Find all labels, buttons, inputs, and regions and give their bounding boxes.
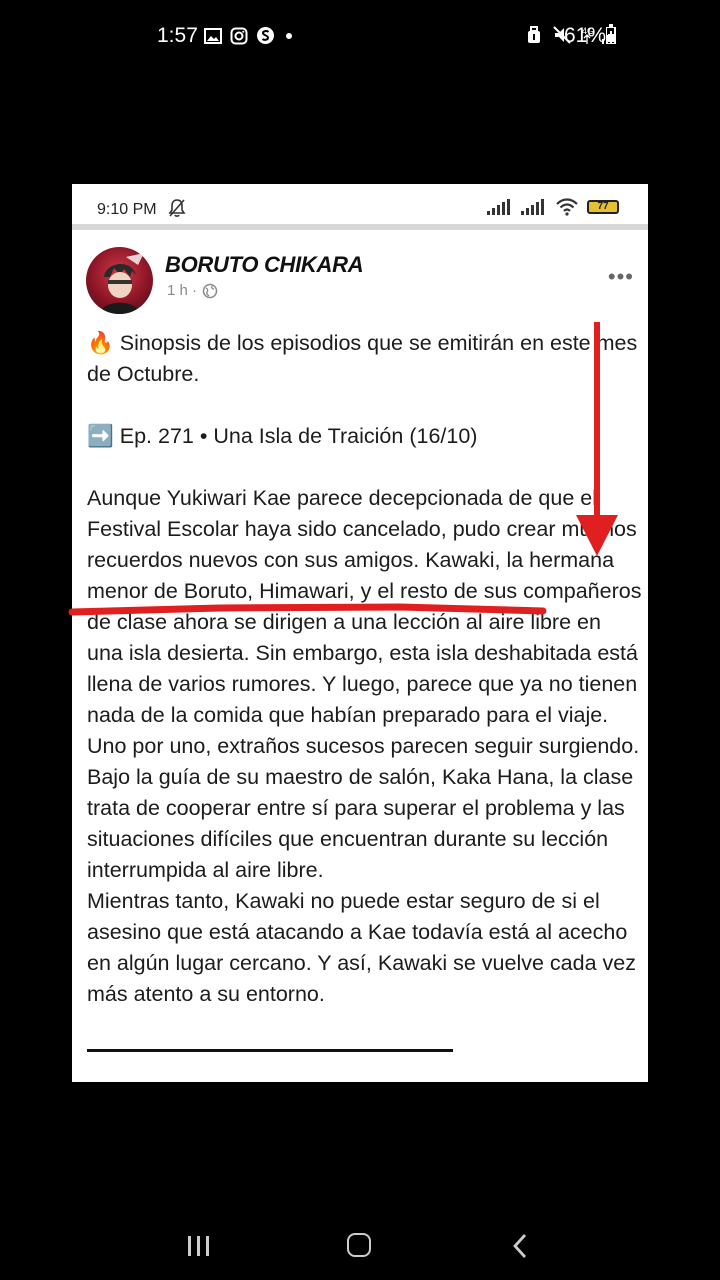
underline-divider (87, 1049, 453, 1052)
avatar[interactable] (86, 247, 153, 314)
post-time: 1 h · (167, 282, 198, 299)
home-icon[interactable] (347, 1233, 371, 1257)
status-icons-left (204, 26, 295, 45)
post-paragraph-1: Aunque Yukiwari Kae parece decepcionada … (87, 486, 642, 758)
post-author[interactable]: BORUTO CHIKARA (165, 252, 364, 278)
alarm-icon (528, 26, 540, 43)
signal-icon-2 (521, 199, 544, 215)
post-episode: ➡️ Ep. 271 • Una Isla de Traición (16/10… (87, 424, 478, 448)
more-options-icon[interactable]: ••• (608, 264, 634, 290)
post-intro: 🔥 Sinopsis de los episodios que se emiti… (87, 331, 638, 386)
post-body: 🔥 Sinopsis de los episodios que se emiti… (87, 328, 642, 1010)
app-icon (257, 27, 274, 44)
inner-battery-level: 77 (597, 201, 609, 212)
image-icon (204, 27, 222, 44)
bell-off-icon (168, 199, 186, 217)
wifi-icon (556, 198, 578, 216)
navigation-bar (0, 1200, 720, 1280)
status-battery-text: 61% (564, 24, 607, 47)
signal-icon (487, 199, 510, 215)
post-paragraph-3: Mientras tanto, Kawaki no puede estar se… (87, 889, 636, 1006)
screenshot-card: 9:10 PM 77 BORUTO CHIKARA 1 h · ••• 🔥 Si… (72, 184, 648, 1082)
back-icon[interactable] (510, 1233, 530, 1259)
post-meta: 1 h · (167, 282, 218, 299)
status-time: 1:57 (157, 24, 198, 47)
globe-icon (202, 283, 218, 298)
status-bar: 1:57 4G 61% (0, 0, 720, 72)
avatar-image (100, 253, 144, 314)
inner-battery-icon: 77 (587, 200, 619, 214)
inner-status-bar: 9:10 PM 77 (72, 184, 648, 230)
recents-icon[interactable] (187, 1235, 211, 1257)
battery-icon (606, 24, 616, 44)
inner-status-time: 9:10 PM (97, 201, 157, 218)
post-paragraph-2: Bajo la guía de su maestro de salón, Kak… (87, 765, 634, 882)
dot-icon (286, 32, 292, 39)
instagram-icon (230, 27, 248, 44)
inner-status-icons: 77 (487, 198, 619, 216)
